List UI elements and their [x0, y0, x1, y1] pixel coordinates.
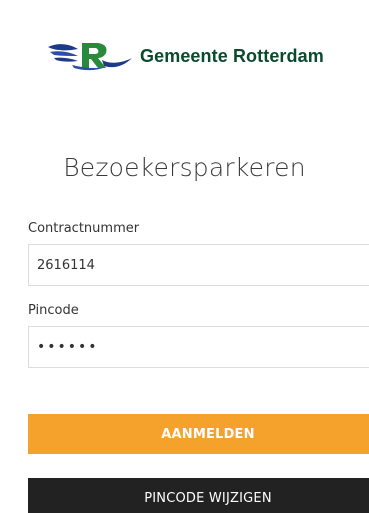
contract-number-input[interactable]: 2616114	[28, 244, 369, 286]
contract-number-value: 2616114	[37, 257, 95, 273]
gemeente-rotterdam-logo-icon	[48, 43, 132, 71]
pincode-label: Pincode	[28, 303, 79, 318]
login-button[interactable]: AANMELDEN	[28, 414, 369, 454]
brand-name: Gemeente Rotterdam	[140, 45, 324, 66]
pincode-value: ••••••	[37, 339, 99, 355]
contract-number-label: Contractnummer	[28, 221, 140, 236]
pincode-input[interactable]: ••••••	[28, 326, 369, 368]
header: Gemeente Rotterdam	[44, 38, 324, 74]
login-page: Gemeente Rotterdam Bezoekersparkeren Con…	[0, 0, 369, 513]
page-title: Bezoekersparkeren	[63, 153, 306, 182]
change-pincode-button[interactable]: PINCODE WIJZIGEN	[28, 478, 369, 513]
